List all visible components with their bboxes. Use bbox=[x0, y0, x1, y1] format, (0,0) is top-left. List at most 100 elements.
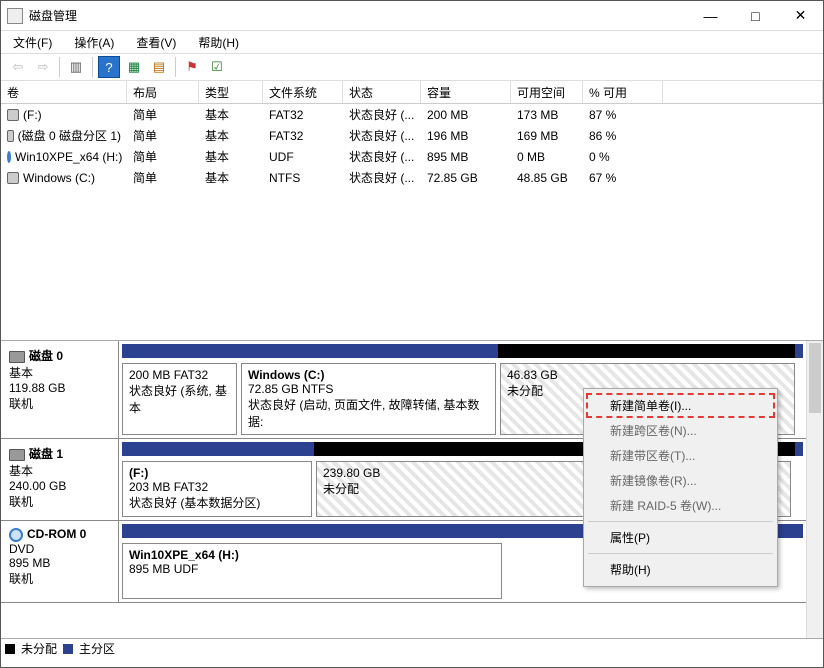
partition-status: 状态良好 (系统, 基本 bbox=[129, 382, 230, 416]
col-status[interactable]: 状态 bbox=[343, 81, 421, 103]
disk-state: 联机 bbox=[9, 493, 110, 510]
col-pctfree[interactable]: % 可用 bbox=[583, 81, 663, 103]
menu-view[interactable]: 查看(V) bbox=[132, 32, 180, 53]
refresh-button[interactable]: ▦ bbox=[123, 56, 145, 78]
show-hide-button[interactable]: ▥ bbox=[65, 56, 87, 78]
table-header: 卷 布局 类型 文件系统 状态 容量 可用空间 % 可用 bbox=[1, 81, 823, 104]
action-button[interactable]: ⚑ bbox=[181, 56, 203, 78]
drive-icon bbox=[7, 172, 19, 184]
legend-primary: 主分区 bbox=[79, 640, 115, 657]
menu-new-mirrored-volume: 新建镜像卷(R)... bbox=[586, 468, 775, 493]
menu-help[interactable]: 帮助(H) bbox=[194, 32, 243, 53]
cell-capacity: 200 MB bbox=[421, 105, 511, 124]
legend: 未分配 主分区 bbox=[1, 638, 823, 658]
partition-size: 200 MB FAT32 bbox=[129, 368, 230, 382]
disk-header[interactable]: CD-ROM 0DVD895 MB联机 bbox=[1, 521, 119, 602]
partition[interactable]: (F:)203 MB FAT32状态良好 (基本数据分区) bbox=[122, 461, 312, 517]
disk-state: 联机 bbox=[9, 570, 110, 587]
scroll-thumb[interactable] bbox=[809, 343, 821, 413]
cell-fs: FAT32 bbox=[263, 126, 343, 145]
menu-action[interactable]: 操作(A) bbox=[70, 32, 118, 53]
cell-layout: 简单 bbox=[127, 126, 199, 145]
close-button[interactable]: ✕ bbox=[778, 1, 823, 30]
cell-pct: 87 % bbox=[583, 105, 663, 124]
disk-icon bbox=[9, 449, 25, 461]
menu-help[interactable]: 帮助(H) bbox=[586, 557, 775, 582]
disk-name: CD-ROM 0 bbox=[27, 527, 86, 541]
partition-size: 46.83 GB bbox=[507, 368, 788, 382]
partition-status: 状态良好 (基本数据分区) bbox=[129, 494, 305, 511]
settings-button[interactable]: ☑ bbox=[206, 56, 228, 78]
app-icon bbox=[7, 8, 23, 24]
cell-layout: 简单 bbox=[127, 105, 199, 124]
cd-icon bbox=[9, 528, 23, 542]
disk-size: 119.88 GB bbox=[9, 381, 110, 395]
disk-name: 磁盘 0 bbox=[29, 349, 63, 363]
cell-volume: Win10XPE_x64 (H:) bbox=[15, 150, 122, 164]
menu-file[interactable]: 文件(F) bbox=[9, 32, 56, 53]
col-type[interactable]: 类型 bbox=[199, 81, 263, 103]
partition[interactable]: Windows (C:)72.85 GB NTFS状态良好 (启动, 页面文件,… bbox=[241, 363, 496, 435]
cell-free: 0 MB bbox=[511, 147, 583, 166]
cell-type: 基本 bbox=[199, 126, 263, 145]
drive-icon bbox=[7, 109, 19, 121]
col-fs[interactable]: 文件系统 bbox=[263, 81, 343, 103]
menubar: 文件(F) 操作(A) 查看(V) 帮助(H) bbox=[1, 31, 823, 53]
forward-button[interactable]: ⇨ bbox=[32, 56, 54, 78]
disk-header[interactable]: 磁盘 1基本240.00 GB联机 bbox=[1, 439, 119, 520]
cell-volume: (F:) bbox=[23, 108, 42, 122]
cell-capacity: 196 MB bbox=[421, 126, 511, 145]
cell-status: 状态良好 (... bbox=[343, 126, 421, 145]
cell-fs: UDF bbox=[263, 147, 343, 166]
disk-headerbar bbox=[122, 344, 803, 358]
col-layout[interactable]: 布局 bbox=[127, 81, 199, 103]
menu-new-striped-volume: 新建带区卷(T)... bbox=[586, 443, 775, 468]
table-row[interactable]: Windows (C:)简单基本NTFS状态良好 (...72.85 GB48.… bbox=[1, 167, 823, 188]
disk-kind: DVD bbox=[9, 542, 110, 556]
cell-type: 基本 bbox=[199, 147, 263, 166]
partition-size: 203 MB FAT32 bbox=[129, 480, 305, 494]
cell-free: 173 MB bbox=[511, 105, 583, 124]
menu-new-spanned-volume: 新建跨区卷(N)... bbox=[586, 418, 775, 443]
table-body: (F:)简单基本FAT32状态良好 (...200 MB173 MB87 %(磁… bbox=[1, 104, 823, 188]
cell-pct: 67 % bbox=[583, 168, 663, 187]
cell-status: 状态良好 (... bbox=[343, 105, 421, 124]
maximize-button[interactable]: □ bbox=[733, 1, 778, 30]
cd-icon bbox=[7, 151, 11, 163]
volume-list: 卷 布局 类型 文件系统 状态 容量 可用空间 % 可用 (F:)简单基本FAT… bbox=[1, 81, 823, 341]
back-button[interactable]: ⇦ bbox=[7, 56, 29, 78]
rescan-button[interactable]: ▤ bbox=[148, 56, 170, 78]
disk-header[interactable]: 磁盘 0基本119.88 GB联机 bbox=[1, 341, 119, 438]
partition-size: 72.85 GB NTFS bbox=[248, 382, 489, 396]
partition[interactable]: Win10XPE_x64 (H:)895 MB UDF bbox=[122, 543, 502, 599]
cell-fs: FAT32 bbox=[263, 105, 343, 124]
menu-new-simple-volume[interactable]: 新建简单卷(I)... bbox=[586, 393, 775, 418]
col-volume[interactable]: 卷 bbox=[1, 81, 127, 103]
cell-capacity: 895 MB bbox=[421, 147, 511, 166]
cell-status: 状态良好 (... bbox=[343, 147, 421, 166]
col-capacity[interactable]: 容量 bbox=[421, 81, 511, 103]
scrollbar[interactable] bbox=[806, 341, 823, 638]
table-row[interactable]: (磁盘 0 磁盘分区 1)简单基本FAT32状态良好 (...196 MB169… bbox=[1, 125, 823, 146]
cell-free: 48.85 GB bbox=[511, 168, 583, 187]
disk-icon bbox=[9, 351, 25, 363]
disk-state: 联机 bbox=[9, 395, 110, 412]
toolbar: ⇦ ⇨ ▥ ? ▦ ▤ ⚑ ☑ bbox=[1, 53, 823, 81]
table-row[interactable]: (F:) 简单基本FAT32状态良好 (...200 MB173 MB87 % bbox=[1, 104, 823, 125]
cell-pct: 0 % bbox=[583, 147, 663, 166]
legend-swatch-unallocated bbox=[5, 644, 15, 654]
partition[interactable]: 200 MB FAT32状态良好 (系统, 基本 bbox=[122, 363, 237, 435]
cell-volume: Windows (C:) bbox=[23, 171, 95, 185]
disk-kind: 基本 bbox=[9, 462, 110, 479]
minimize-button[interactable]: — bbox=[688, 1, 733, 30]
help-icon[interactable]: ? bbox=[98, 56, 120, 78]
legend-unallocated: 未分配 bbox=[21, 640, 57, 657]
menu-properties[interactable]: 属性(P) bbox=[586, 525, 775, 550]
col-free[interactable]: 可用空间 bbox=[511, 81, 583, 103]
cell-type: 基本 bbox=[199, 105, 263, 124]
partition-title: Win10XPE_x64 (H:) bbox=[129, 548, 495, 562]
cell-volume: (磁盘 0 磁盘分区 1) bbox=[18, 127, 121, 144]
cell-pct: 86 % bbox=[583, 126, 663, 145]
table-row[interactable]: Win10XPE_x64 (H:)简单基本UDF状态良好 (...895 MB0… bbox=[1, 146, 823, 167]
context-menu: 新建简单卷(I)... 新建跨区卷(N)... 新建带区卷(T)... 新建镜像… bbox=[583, 388, 778, 587]
